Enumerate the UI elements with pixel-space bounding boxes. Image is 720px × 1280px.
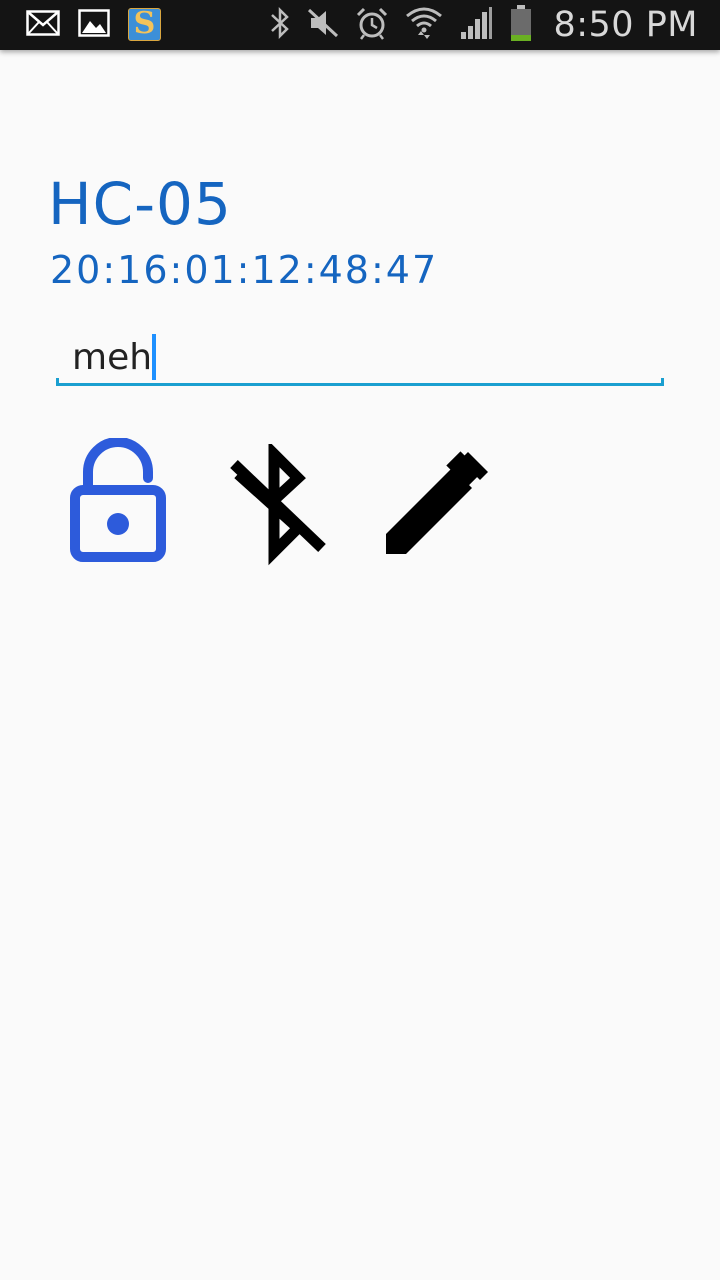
edit-button[interactable]: [382, 450, 494, 565]
lock-open-icon: [68, 437, 168, 569]
alarm-icon: [355, 6, 389, 44]
device-alias-input[interactable]: meh: [56, 326, 664, 386]
input-underline: [56, 378, 664, 386]
gallery-icon: [78, 8, 110, 41]
signal-icon: [459, 6, 493, 44]
bluetooth-disconnect-button[interactable]: [228, 440, 328, 571]
bluetooth-disabled-icon: [228, 440, 328, 571]
unlock-button[interactable]: [68, 437, 168, 569]
notification-icons: S: [26, 6, 161, 41]
status-bar: S 8:50 PM: [0, 0, 720, 50]
device-address: 20:16:01:12:48:47: [50, 248, 439, 292]
bluetooth-icon: [269, 6, 291, 44]
text-caret: [152, 334, 157, 380]
mute-icon: [307, 8, 339, 42]
app-s-icon: S: [128, 6, 161, 41]
wifi-icon: [405, 5, 443, 45]
clock: 8:50 PM: [553, 5, 698, 45]
input-value: meh: [72, 336, 153, 378]
device-name: HC-05: [48, 170, 232, 238]
system-icons: 8:50 PM: [269, 4, 698, 46]
email-icon: [26, 9, 60, 40]
input-value-wrapper: meh: [72, 334, 157, 380]
battery-icon: [509, 4, 533, 46]
pencil-icon: [382, 451, 494, 565]
